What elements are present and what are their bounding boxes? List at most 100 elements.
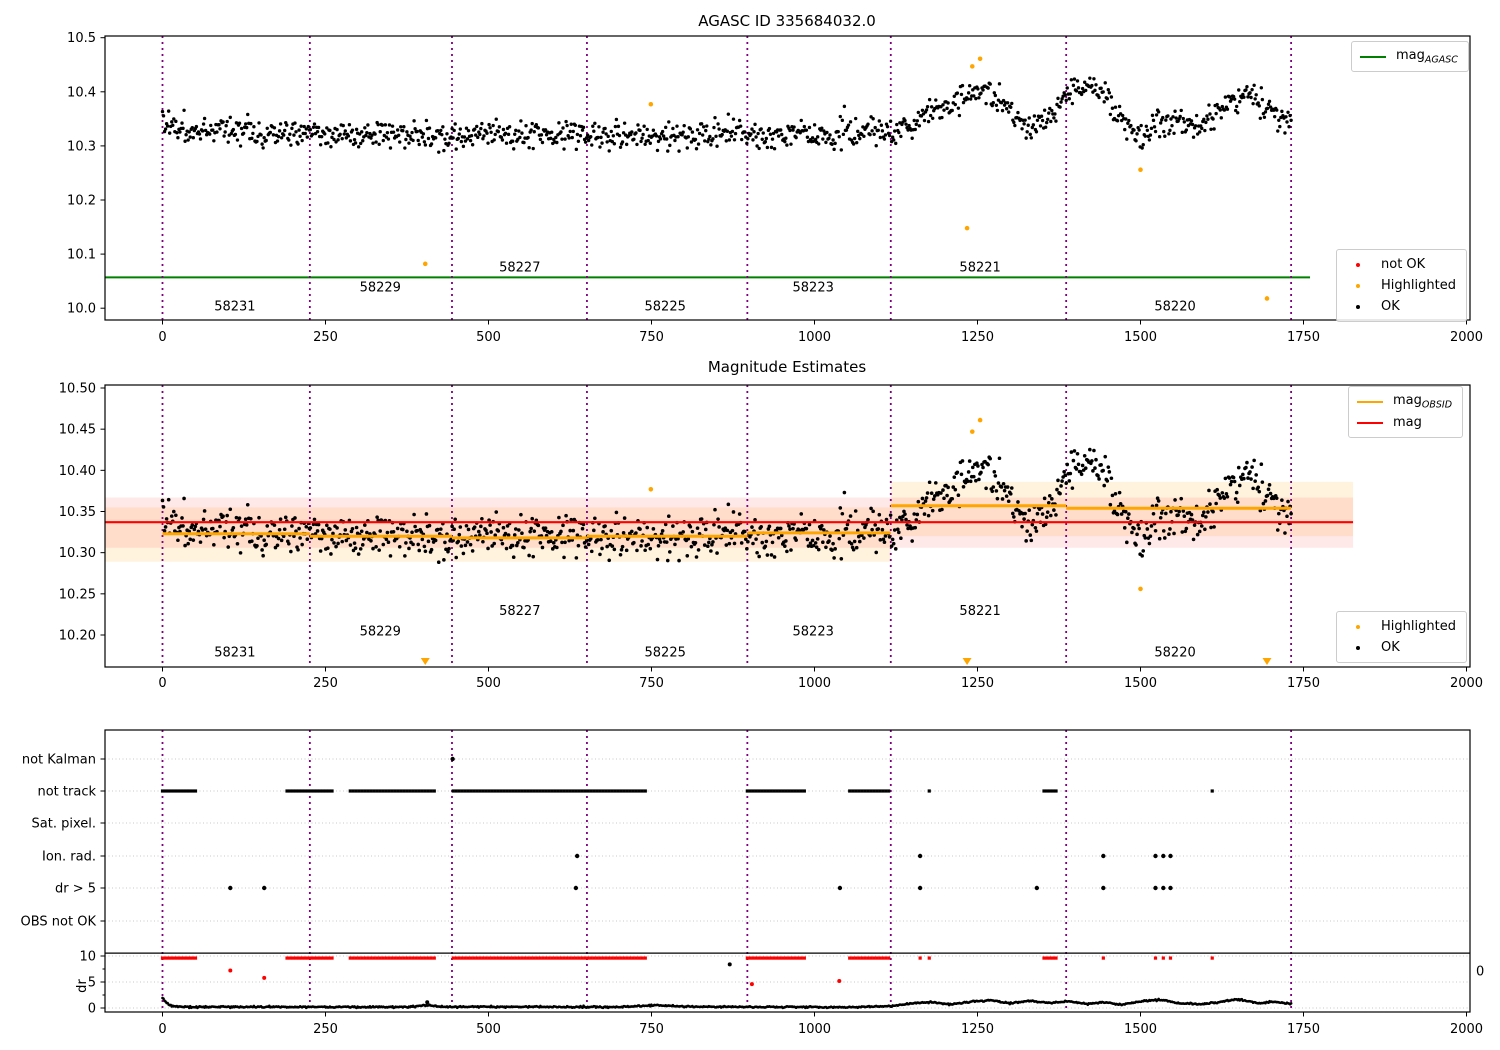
axis-text: 58223 (793, 281, 834, 296)
axis-text: 0 (158, 1022, 166, 1037)
legend-entry: Highlighted (1345, 616, 1456, 637)
axis-text: 500 (476, 330, 501, 345)
legend-line-sample (1357, 421, 1383, 424)
legend-label: Highlighted (1381, 619, 1456, 634)
axis-text: 58220 (1154, 645, 1195, 660)
axis-text: 0 (158, 330, 166, 345)
ok-scatter-points (160, 76, 1293, 154)
legend-dot-sample (1356, 645, 1360, 650)
axis-text: 250 (313, 676, 338, 691)
axis-text: 58231 (214, 300, 255, 315)
axis-text: 2000 (1450, 330, 1483, 345)
figure-canvas: 58231 58229 58227 58225 58223 58221 58220 0 250 5… (21, 31, 1485, 1037)
legend-entry: OK (1345, 637, 1456, 658)
axis-text: 58227 (499, 261, 540, 276)
axis-text: 2000 (1450, 676, 1483, 691)
axis-text: not Kalman (22, 753, 96, 768)
axis-text: 0 (88, 1002, 96, 1017)
legend-label: magOBSID (1393, 392, 1453, 411)
axis-text: 10.45 (59, 423, 96, 438)
legend-entry: magOBSID (1357, 391, 1452, 412)
axis-text: 1250 (961, 1022, 994, 1037)
axis-text: 2000 (1450, 1022, 1483, 1037)
axis-text: 1000 (798, 1022, 831, 1037)
obsid-boundary-lines (161, 730, 1293, 1012)
axis-text: 58220 (1154, 300, 1195, 315)
x-axis-ticks: 0 250 500 750 1000 1250 1500 1750 2000 (158, 1012, 1483, 1037)
legend-point-types-mid: Highlighted OK (1336, 611, 1467, 663)
axis-text: 500 (476, 1022, 501, 1037)
legend-label: Highlighted (1381, 278, 1456, 293)
axis-text: 58221 (959, 604, 1000, 619)
axis-text: 1750 (1287, 676, 1320, 691)
axis-text: 58227 (499, 604, 540, 619)
y-axis-ticks: 10.0 10.1 10.2 10.3 10.4 10.5 (67, 31, 105, 317)
axis-text: dr > 5 (55, 882, 96, 897)
axis-text: 1750 (1287, 1022, 1320, 1037)
legend-label: magAGASC (1396, 47, 1458, 66)
axis-text: 58225 (645, 300, 686, 315)
axis-text: 0 (158, 676, 166, 691)
axis-text: 10.2 (67, 194, 96, 209)
dr-trace-points (161, 996, 1293, 1010)
axis-text: 10.40 (59, 464, 96, 479)
x-axis-ticks: 0 250 500 750 1000 1250 1500 1750 2000 (158, 320, 1483, 345)
legend-dot-sample (1356, 624, 1360, 629)
axis-text: OBS not OK (21, 915, 97, 930)
axis-text: 1500 (1124, 676, 1157, 691)
legend-label: OK (1381, 640, 1400, 655)
legend-label: OK (1381, 299, 1400, 314)
axis-text: 10.1 (67, 248, 96, 263)
legend-entry: not OK (1345, 254, 1456, 275)
highlighted-points (422, 56, 1270, 301)
legend-dot-sample (1356, 304, 1360, 309)
axis-text: 1250 (961, 330, 994, 345)
axis-text: Sat. pixel. (32, 817, 96, 832)
axis-text: 58229 (360, 281, 401, 296)
legend-mag-lines: magOBSID mag (1348, 386, 1464, 438)
axis-text: 10.30 (59, 546, 96, 561)
axis-text: 750 (639, 676, 664, 691)
axis-text: 58229 (360, 625, 401, 640)
flag-row-labels: not Kalman not track Sat. pixel. Ion. rad. d… (21, 753, 105, 930)
legend-label: not OK (1381, 257, 1426, 272)
axis-text: 1000 (798, 676, 831, 691)
legend-line-sample (1357, 400, 1383, 403)
obsid-labels: 58231 58229 58227 58225 58223 58221 58220 (214, 261, 1196, 315)
axis-text: 58223 (793, 625, 834, 640)
legend-entry: magAGASC (1360, 46, 1458, 67)
axis-text: 58221 (959, 261, 1000, 276)
not-track-markers (160, 789, 1214, 793)
legend-line-sample (1360, 55, 1386, 58)
axis-text: 750 (639, 1022, 664, 1037)
legend-dot-sample (1356, 262, 1360, 267)
axis-text: 1250 (961, 676, 994, 691)
axis-text: 250 (313, 1022, 338, 1037)
dr-outlier-points (228, 962, 842, 1005)
axis-text: 10.20 (59, 628, 96, 643)
axis-text: Ion. rad. (42, 850, 96, 865)
axis-text: 58231 (214, 645, 255, 660)
axis-text: 10.50 (59, 382, 96, 397)
clipped-low-triangles (420, 658, 1272, 665)
figure-stage: 58231 58229 58227 58225 58223 58221 58220 0 250 5… (0, 0, 1500, 1050)
legend-mag-agasc: magAGASC (1351, 41, 1469, 72)
axis-text: 10.25 (59, 587, 96, 602)
axis-text: 58225 (645, 645, 686, 660)
legend-dot-sample (1356, 283, 1360, 288)
axis-text: 10.3 (67, 139, 96, 154)
legend-entry: OK (1345, 296, 1456, 317)
legend-point-types-top: not OK Highlighted OK (1336, 249, 1467, 322)
axis-text: 750 (639, 330, 664, 345)
legend-entry: mag (1357, 412, 1452, 433)
axis-text: not track (37, 785, 96, 800)
axis-text: 10.4 (67, 85, 96, 100)
y-axis-ticks: 10.20 10.25 10.30 10.35 10.40 10.45 10.50 (59, 382, 105, 643)
dr-clipped-red-markers (160, 956, 1214, 960)
axis-text: 250 (313, 330, 338, 345)
top-plot-title: AGASC ID 335684032.0 (698, 12, 876, 30)
axis-text: 1750 (1287, 330, 1320, 345)
axis-text: 10.5 (67, 31, 96, 46)
legend-entry: Highlighted (1345, 275, 1456, 296)
axis-text: 500 (476, 676, 501, 691)
